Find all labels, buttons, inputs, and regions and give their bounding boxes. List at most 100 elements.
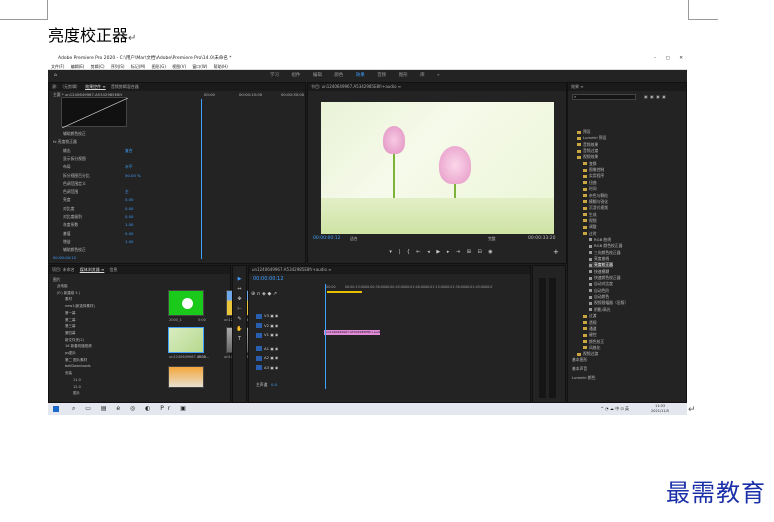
- folder-tree-item[interactable]: 16 新春祝福视频: [65, 344, 92, 349]
- track-header[interactable]: V3 ▣ ◉: [256, 312, 278, 320]
- folder-dropdown[interactable]: 图片: [53, 277, 61, 283]
- effects-tree-item[interactable]: 沉浸式视频: [583, 205, 608, 211]
- menu-edit[interactable]: 编辑(E): [71, 64, 85, 69]
- tab-audio-mixer[interactable]: 音频剪辑混合器: [111, 84, 139, 89]
- effects-tree-item[interactable]: 通道: [583, 326, 597, 332]
- work-area-bar[interactable]: [327, 291, 362, 293]
- folder-tree-item[interactable]: 新文件夹(2): [65, 338, 84, 343]
- track-header[interactable]: A1 ▣ ◉: [256, 345, 278, 353]
- track-header[interactable]: V2 ▣ ◉: [256, 322, 278, 330]
- track-header[interactable]: A2 ▣ ◉: [256, 354, 278, 362]
- master-value[interactable]: 0.0: [271, 382, 277, 387]
- tab-media-browser[interactable]: 媒体浏览器 ≡: [80, 267, 105, 272]
- thumb-lotus[interactable]: [168, 327, 204, 353]
- effects-filter-icons[interactable]: ▣ ▣ ▣ ▣: [644, 94, 666, 99]
- effects-tree-item[interactable]: Lumetri 预设: [577, 135, 606, 141]
- home-icon[interactable]: ⌂: [54, 70, 57, 82]
- menu-window[interactable]: 窗口(W): [192, 64, 207, 69]
- timeline-timecode[interactable]: 00:00:00:12: [253, 276, 284, 282]
- folder-tree-item[interactable]: 第二幕: [65, 318, 76, 323]
- effect-property-value[interactable]: 主: [125, 189, 129, 195]
- effects-tree-item[interactable]: 过渡: [583, 313, 597, 319]
- effect-property-value[interactable]: 0.00: [125, 206, 133, 211]
- panel-essential-graphics[interactable]: 基本图形: [572, 357, 587, 363]
- minimize-icon[interactable]: –: [654, 56, 656, 61]
- track-target-icon[interactable]: [256, 332, 262, 338]
- track-toggle-icons[interactable]: ▣ ◉: [269, 323, 278, 328]
- track-target-icon[interactable]: [256, 323, 262, 328]
- effects-tree-item[interactable]: 阴影/高光: [589, 307, 610, 313]
- effects-tree-item[interactable]: 调整: [583, 224, 597, 230]
- pen-tool-icon[interactable]: ✎: [233, 314, 246, 324]
- effects-tree-item[interactable]: 视频限幅器（旧版）: [589, 300, 628, 306]
- program-timecode[interactable]: 00:00:00:12: [313, 236, 340, 241]
- folder-tree-item[interactable]: 第三幕: [65, 324, 76, 329]
- effects-tree-item[interactable]: RGB 颜色校正器: [589, 243, 622, 249]
- menu-sequence[interactable]: 序列(S): [111, 64, 125, 69]
- hand-tool-icon[interactable]: ✋: [233, 324, 246, 334]
- thumb-green[interactable]: [168, 290, 204, 316]
- workspace-learn[interactable]: 学习: [270, 73, 279, 78]
- timeline-playhead[interactable]: [325, 284, 326, 389]
- effect-property-value[interactable]: 复合: [125, 148, 133, 154]
- track-toggle-icons[interactable]: ▣ ◉: [269, 365, 278, 370]
- folder-tree-item[interactable]: 第二 图片素材: [65, 358, 87, 363]
- workspace-effects[interactable]: 效果: [356, 73, 365, 78]
- effect-property-value[interactable]: 0.00: [125, 231, 133, 236]
- menu-view[interactable]: 视图(V): [172, 64, 186, 69]
- effects-tree-item[interactable]: 过时: [583, 231, 597, 237]
- effect-property-value[interactable]: 0.00: [125, 197, 133, 202]
- maximize-icon[interactable]: ▢: [666, 56, 670, 61]
- workspace-audio[interactable]: 音频: [377, 73, 386, 78]
- slip-tool-icon[interactable]: ⊢: [233, 304, 246, 314]
- menu-graphics[interactable]: 图形(G): [152, 64, 166, 69]
- panel-lumetri-color[interactable]: Lumetri 颜色: [572, 375, 595, 381]
- effect-property-value[interactable]: 1.00: [125, 222, 133, 227]
- track-header[interactable]: V1 ▣ ◉: [256, 331, 278, 339]
- effects-tree-item[interactable]: 变换: [583, 161, 597, 167]
- timeline-tab[interactable]: un1240649967.A5342985E8fr+audio ≡: [249, 266, 530, 274]
- effects-tree-item[interactable]: 快速颜色校正器: [589, 275, 621, 281]
- menu-help[interactable]: 帮助(H): [214, 64, 228, 69]
- effects-tree-item[interactable]: 键控: [583, 332, 597, 338]
- workspace-color[interactable]: 颜色: [334, 73, 343, 78]
- effects-tree-item[interactable]: 音频效果: [577, 142, 598, 148]
- effect-property-value[interactable]: 1.00: [125, 239, 133, 244]
- effects-tree-item[interactable]: 视频效果: [577, 154, 598, 160]
- track-toggle-icons[interactable]: ▣ ◉: [269, 332, 278, 337]
- effects-tree-item[interactable]: 视频过渡: [577, 351, 598, 357]
- effects-tree-item[interactable]: 生成: [583, 212, 597, 218]
- tab-effect-controls[interactable]: 效果控件 ≡: [85, 84, 106, 89]
- workspace-libraries[interactable]: 库: [420, 73, 425, 78]
- folder-tree-item[interactable]: 第四幕: [65, 331, 76, 336]
- effects-tree-item[interactable]: RGB 曲线: [589, 237, 611, 243]
- taskbar-clock[interactable]: 11:03 2021/11/5: [651, 404, 669, 414]
- folder-tree-item[interactable]: 此电脑: [57, 284, 68, 289]
- effects-tree-item[interactable]: 快速模糊: [589, 269, 609, 275]
- effects-tree-item[interactable]: 自动颜色: [589, 294, 609, 300]
- effects-tree-item[interactable]: 实用程序: [583, 173, 604, 179]
- folder-tree-item[interactable]: 素材: [65, 297, 72, 302]
- effect-property-value[interactable]: 0.50: [125, 214, 133, 219]
- type-tool-icon[interactable]: T: [233, 334, 246, 344]
- track-header[interactable]: A3 ▣ ◉: [256, 364, 278, 372]
- track-target-icon[interactable]: [256, 313, 262, 319]
- tab-project[interactable]: 项目: 未命名: [52, 267, 75, 272]
- windows-start-icon[interactable]: [53, 406, 59, 412]
- workspace-graphics[interactable]: 图形: [399, 73, 408, 78]
- effects-tree-item[interactable]: 模糊与锐化: [583, 199, 608, 205]
- panel-essential-sound[interactable]: 基本声音: [572, 366, 587, 372]
- track-target-icon[interactable]: [256, 355, 262, 361]
- folder-tree-item[interactable]: 安装: [65, 371, 72, 376]
- effects-tree-item[interactable]: 透视: [583, 320, 597, 326]
- effects-tree-item[interactable]: 音频过渡: [577, 148, 598, 154]
- effect-property-value[interactable]: 50.00 %: [125, 173, 141, 178]
- track-toggle-icons[interactable]: ▣ ◉: [269, 346, 278, 351]
- workspace-assembly[interactable]: 组件: [291, 73, 300, 78]
- effects-tree-item[interactable]: 预设: [577, 129, 591, 135]
- track-target-icon[interactable]: [256, 346, 262, 351]
- effects-tree-item[interactable]: 时间: [583, 186, 597, 192]
- transport-controls[interactable]: ▾ | { ⇤ ◂ ▶ ▸ ⇥ ⊞ ⊟ ◉: [321, 247, 561, 257]
- folder-tree-item[interactable]: ps图片: [65, 351, 76, 356]
- folder-tree-item[interactable]: 第一幕: [65, 311, 76, 316]
